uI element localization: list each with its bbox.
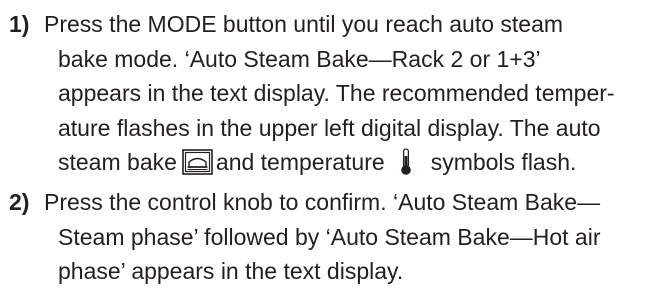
step-text-fragment: symbols flash. <box>430 149 577 175</box>
step-text-line: ature flashes in the upper left digital … <box>58 114 601 141</box>
step-number: 2) <box>9 189 30 215</box>
auto-steam-bake-icon <box>182 149 213 175</box>
step-text-fragment: steam bake <box>58 149 177 175</box>
step-text-line: steam bake and temperature symbols flash. <box>58 145 576 180</box>
step-text-line: bake mode. ‘Auto Steam Bake—Rack 2 or 1+… <box>58 45 541 72</box>
thermometer-icon <box>399 148 413 176</box>
step-text-line: Press the MODE button until you reach au… <box>44 11 564 37</box>
step-text-line: appears in the text display. The recomme… <box>58 80 615 106</box>
step-number: 1) <box>9 11 30 37</box>
step-text-line: Steam phase’ followed by ‘Auto Steam Bak… <box>58 223 601 250</box>
step-text-fragment: and temperature <box>215 149 385 175</box>
step-text-line: Press the control knob to confirm. ‘Auto… <box>44 189 601 215</box>
step-text-line: phase’ appears in the text display. <box>58 258 404 284</box>
